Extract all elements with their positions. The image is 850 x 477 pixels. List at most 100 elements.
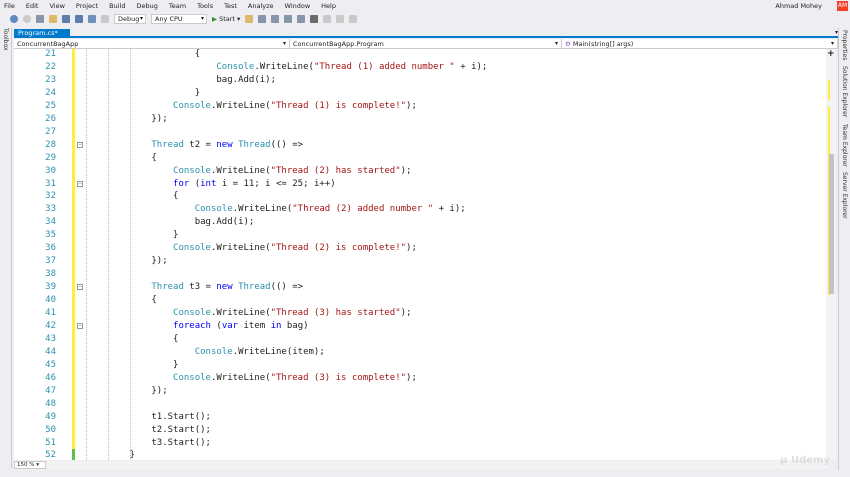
collapse-icon[interactable]: −: [77, 322, 83, 329]
change-indicator: [72, 203, 75, 217]
menu-file[interactable]: File: [4, 2, 15, 10]
configuration-select[interactable]: Debug: [114, 14, 146, 24]
code-line: 38: [14, 268, 826, 282]
avatar[interactable]: AM: [837, 1, 848, 11]
uncomment-icon[interactable]: [297, 15, 306, 23]
code-editor[interactable]: 21{22 Console.WriteLine("Thread (1) added…: [14, 49, 826, 460]
menu-project[interactable]: Project: [76, 2, 98, 10]
code-text: Console.WriteLine(item);: [195, 346, 325, 359]
code-text: Console.WriteLine("Thread (1) added numb…: [216, 61, 487, 74]
menu-help[interactable]: Help: [321, 2, 336, 10]
bookmark-prev-icon[interactable]: [323, 15, 332, 23]
comment-icon[interactable]: [284, 15, 293, 23]
code-token: Thread: [151, 139, 184, 150]
change-indicator: [72, 449, 75, 460]
menu-edit[interactable]: Edit: [26, 2, 39, 10]
code-line: 21 {: [14, 49, 826, 61]
code-text: for (int i = 11; i <= 25; i++): [173, 178, 336, 191]
code-line: 48: [14, 397, 826, 411]
new-project-icon[interactable]: [36, 15, 44, 23]
menu-view[interactable]: View: [49, 2, 64, 10]
code-text: }: [195, 87, 200, 100]
code-line: 44 Console.WriteLine(item);: [14, 345, 826, 359]
line-number: 27: [45, 126, 56, 137]
change-indicator: [72, 242, 75, 256]
code-token: }: [194, 87, 201, 98]
toolbox-label[interactable]: Toolbox: [2, 28, 9, 51]
start-button[interactable]: ▶ Start ▾: [212, 15, 240, 23]
code-line: 36 Console.WriteLine("Thread (2) is compl…: [14, 242, 826, 256]
code-token: {: [173, 191, 179, 202]
user-name[interactable]: Ahmad Mohey: [775, 2, 822, 10]
code-token: {: [173, 333, 179, 344]
code-line: 28− Thread t2 = new Thread(() =>: [14, 138, 826, 152]
code-line: 39− Thread t3 = new Thread(() =>: [14, 281, 826, 295]
play-icon: ▶: [212, 15, 217, 23]
member-dropdown[interactable]: ⚙ Main(string[] args): [562, 39, 838, 49]
code-token: {: [194, 49, 201, 59]
toolbox-dock[interactable]: Toolbox: [0, 28, 12, 468]
code-token: (: [210, 320, 222, 331]
code-token: Thread: [151, 282, 184, 293]
code-token: bag.Add(i);: [194, 217, 255, 228]
change-indicator: [72, 410, 75, 424]
dock-tab-properties[interactable]: Properties: [841, 30, 848, 60]
code-text: t1.Start();: [151, 411, 211, 424]
menu-analyze[interactable]: Analyze: [248, 2, 274, 10]
split-icon[interactable]: +: [827, 49, 835, 59]
back-icon[interactable]: [10, 15, 18, 23]
menu-test[interactable]: Test: [224, 2, 237, 10]
bookmark-icon[interactable]: [310, 15, 319, 23]
change-indicator: [72, 99, 75, 113]
redo-icon[interactable]: [101, 15, 109, 23]
change-indicator: [72, 294, 75, 308]
project-dropdown[interactable]: ConcurrentBagApp: [14, 39, 290, 49]
code-text: }: [173, 229, 178, 242]
menu-debug[interactable]: Debug: [137, 2, 158, 10]
bookmark-next-icon[interactable]: [336, 15, 345, 23]
code-token: );: [400, 165, 412, 176]
code-line: 23 bag.Add(i);: [14, 73, 826, 87]
menu-tools[interactable]: Tools: [197, 2, 213, 10]
code-line: 49 t1.Start();: [14, 410, 826, 424]
code-text: });: [151, 385, 167, 398]
dock-tab-team-explorer[interactable]: Team Explorer: [841, 124, 848, 167]
zoom-select[interactable]: 150 % ▾: [14, 461, 46, 469]
code-token: Console: [194, 204, 233, 215]
member-name: Main(string[] args): [572, 40, 634, 48]
tab-program-cs[interactable]: Program.cs* ⊕ ✕: [14, 29, 70, 46]
collapse-icon[interactable]: −: [77, 284, 83, 291]
code-token: "Thread (3) is complete!": [270, 372, 407, 383]
code-text: Thread t3 = new Thread(() =>: [151, 281, 303, 294]
toolbar-icon[interactable]: [271, 15, 280, 23]
code-text: bag.Add(i);: [216, 74, 276, 87]
forward-icon[interactable]: [23, 15, 31, 23]
vertical-scrollbar[interactable]: +: [826, 49, 836, 460]
open-file-icon[interactable]: [49, 15, 57, 23]
class-dropdown[interactable]: ConcurrentBagApp.Program: [290, 39, 562, 49]
collapse-icon[interactable]: −: [77, 141, 83, 148]
save-icon[interactable]: [62, 15, 70, 23]
save-all-icon[interactable]: [75, 15, 83, 23]
dock-tab-solution-explorer[interactable]: Solution Explorer: [841, 66, 848, 117]
dock-tab-server-explorer[interactable]: Server Explorer: [841, 172, 848, 219]
menu-window[interactable]: Window: [285, 2, 311, 10]
menu-bar: File Edit View Project Build Debug Team Tools Te…: [0, 0, 850, 12]
platform-select[interactable]: Any CPU: [151, 14, 207, 24]
scrollbar-thumb[interactable]: [829, 154, 834, 294]
undo-icon[interactable]: [88, 15, 96, 23]
code-line: 34 bag.Add(i);: [14, 216, 826, 230]
toolbar-icon[interactable]: [258, 15, 267, 23]
collapse-icon[interactable]: −: [77, 180, 83, 187]
line-number: 37: [45, 256, 56, 267]
menu-build[interactable]: Build: [109, 2, 125, 10]
horizontal-scrollbar[interactable]: [48, 461, 826, 469]
menu-team[interactable]: Team: [169, 2, 186, 10]
find-icon[interactable]: [245, 15, 254, 23]
bookmark-clear-icon[interactable]: [349, 15, 358, 23]
change-indicator: [72, 151, 75, 165]
code-token: (() =>: [270, 282, 304, 293]
code-token: .WriteLine(: [232, 204, 293, 215]
code-token: + i);: [454, 61, 488, 72]
code-token: + i);: [433, 204, 466, 215]
